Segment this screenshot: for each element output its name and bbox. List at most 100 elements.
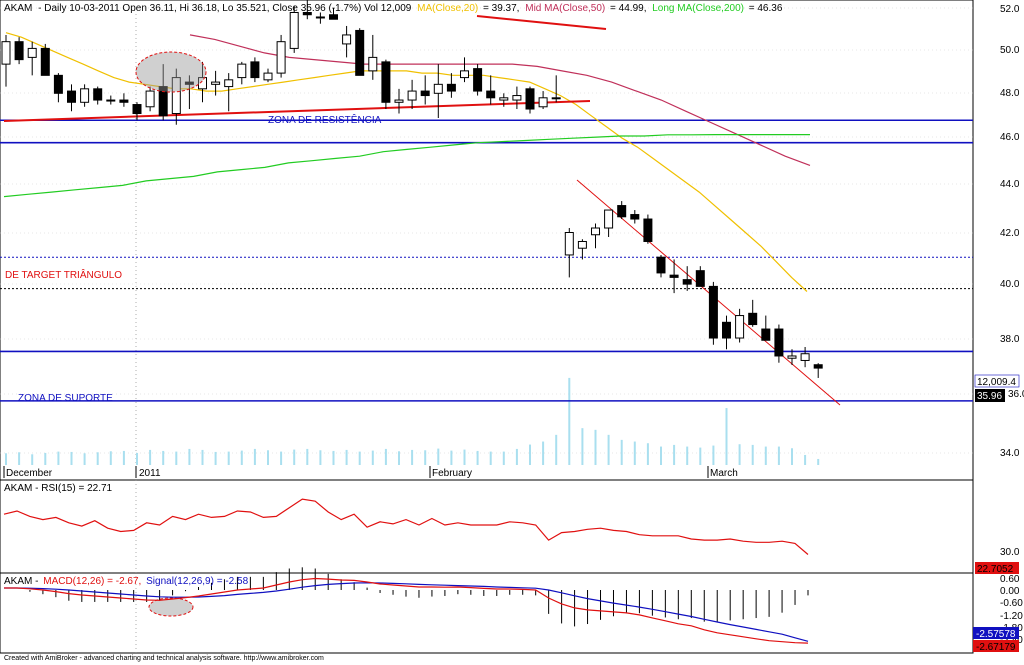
candle-body <box>394 99 404 103</box>
candle-body <box>735 315 745 339</box>
candle-body <box>14 41 24 61</box>
volume-bar <box>738 444 741 465</box>
candle-body <box>237 63 247 79</box>
volume-bar <box>162 450 165 465</box>
volume-bar <box>345 449 348 465</box>
candle-body <box>486 90 496 99</box>
support-annotation: ZONA DE SUPORTE <box>18 393 113 404</box>
volume-bar <box>280 451 283 465</box>
candle-body <box>538 97 548 108</box>
candle-body <box>53 74 63 94</box>
candle-body <box>224 79 234 88</box>
volume-bar <box>384 448 387 465</box>
volume-bar <box>594 429 597 465</box>
volume-bar <box>122 450 125 465</box>
header-info: - Daily 10-03-2011 Open 36.11, Hi 36.18,… <box>38 3 412 14</box>
header-ma50-value: = 44.99, <box>610 3 646 14</box>
candle-body <box>145 90 155 108</box>
candle-body <box>525 88 535 110</box>
candle-body <box>106 99 116 102</box>
volume-bar <box>489 451 492 465</box>
rsi-label-text: AKAM - RSI(15) = 22.71 <box>4 483 113 494</box>
candle-body <box>342 34 352 45</box>
candle <box>355 28 365 76</box>
candle-body <box>355 29 365 76</box>
volume-bar <box>529 444 531 465</box>
candle <box>708 281 718 345</box>
volume-bar <box>201 449 204 465</box>
candle <box>473 64 483 96</box>
volume-bar <box>18 452 21 465</box>
candle-body <box>499 97 509 101</box>
date-label: March <box>710 468 738 479</box>
candle-body <box>40 47 50 76</box>
volume-bar <box>476 450 479 465</box>
volume-bar <box>777 446 780 465</box>
candle-body <box>80 88 90 103</box>
candle-body <box>787 355 797 359</box>
close-value-label: 35.96 <box>977 391 1002 402</box>
price-tick: 50.0 <box>1000 45 1020 56</box>
candle-body <box>708 285 718 339</box>
header-ma50-label: Mid MA(Close,50) <box>525 3 605 14</box>
volume-bar <box>293 449 296 465</box>
volume-bar <box>764 446 767 465</box>
header-ma20-label: MA(Close,20) <box>417 3 478 14</box>
candle-body <box>512 95 522 101</box>
candle-body <box>551 97 561 100</box>
candle <box>643 214 653 244</box>
candle-body <box>577 240 587 249</box>
volume-bar <box>371 450 374 465</box>
candle-body <box>604 209 614 229</box>
volume-bar <box>96 452 99 465</box>
candle-body <box>748 312 758 326</box>
volume-bar <box>607 434 610 465</box>
candle-body <box>630 214 640 220</box>
macd-tick: 0.00 <box>1000 586 1020 597</box>
volume-bar <box>332 450 335 465</box>
candle-body <box>381 61 391 103</box>
date-label: February <box>432 468 472 479</box>
macd-label-signal: Signal(12,26,9) = -2.58 <box>146 576 248 587</box>
price-tick: 42.0 <box>1000 228 1020 239</box>
volume-bar <box>791 448 793 465</box>
volume-bar <box>149 449 152 465</box>
candle-body <box>132 104 142 115</box>
candle-body <box>276 41 286 74</box>
volume-bar <box>57 451 60 465</box>
volume-bar <box>70 451 73 465</box>
candle-body <box>722 321 731 339</box>
price-tick: 52.0 <box>1000 4 1020 15</box>
candle-body <box>695 270 705 287</box>
volume-bar <box>515 448 518 465</box>
signal-value-label: -2.57578 <box>976 629 1016 640</box>
date-label: December <box>6 468 53 479</box>
macd-tick: -1.20 <box>1000 611 1023 622</box>
rsi-pane <box>0 479 974 574</box>
price-tick: 36.0 <box>1008 389 1024 400</box>
header-ticker: AKAM <box>4 3 32 14</box>
candle-body <box>250 61 260 79</box>
macd-label: AKAM - MACD(12,26) = -2.67, Signal(12,26… <box>4 576 249 587</box>
volume-bar <box>253 448 256 465</box>
volume-bar <box>751 444 754 465</box>
volume-bar <box>502 451 505 465</box>
footer-credit: Created with AmiBroker - advanced charti… <box>4 655 324 662</box>
volume-bar <box>214 451 217 465</box>
macd-label-macd: MACD(12,26) = -2.67, <box>43 576 141 587</box>
volume-bar <box>175 451 178 465</box>
volume-bar <box>109 451 112 465</box>
volume-bar <box>673 444 676 465</box>
candle-body <box>564 232 574 256</box>
candle-body <box>433 83 443 94</box>
volume-bar <box>267 450 269 465</box>
volume-bar <box>463 449 466 465</box>
candle <box>14 37 24 65</box>
candle <box>525 86 535 114</box>
candle-body <box>813 364 823 369</box>
volume-bar <box>227 451 230 465</box>
candle-body <box>643 218 653 242</box>
macd-tick: -0.60 <box>1000 598 1023 609</box>
candle-body <box>446 83 456 92</box>
candle-body <box>211 81 221 85</box>
